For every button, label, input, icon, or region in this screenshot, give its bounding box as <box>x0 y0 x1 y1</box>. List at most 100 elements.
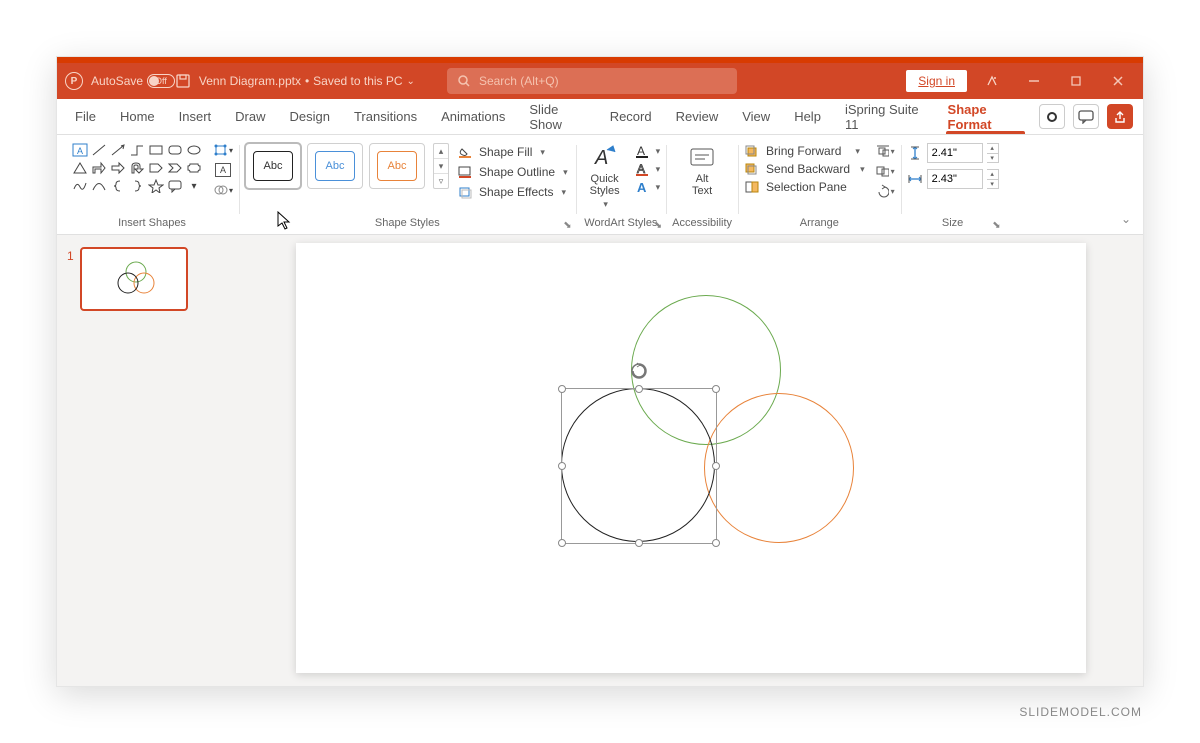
resize-handle-w[interactable] <box>558 462 566 470</box>
triangle-shape-icon[interactable] <box>71 159 89 177</box>
shape-effects-button[interactable]: Shape Effects▾ <box>455 183 570 201</box>
height-input[interactable]: 2.41" <box>927 143 983 163</box>
connector-shape-icon[interactable] <box>128 141 146 159</box>
send-backward-button[interactable]: Send Backward ▾ <box>744 161 865 177</box>
chevron-down-icon[interactable]: ⌄ <box>407 76 415 87</box>
rotate-button[interactable]: ▾ <box>875 183 895 199</box>
star-shape-icon[interactable] <box>147 177 165 195</box>
resize-handle-nw[interactable] <box>558 385 566 393</box>
minimize-button[interactable] <box>1017 67 1051 95</box>
chevron-down-icon[interactable]: ▾ <box>656 146 661 157</box>
style-more-icon[interactable]: ▿ <box>434 173 448 188</box>
chevron-shape-icon[interactable] <box>166 159 184 177</box>
shape-style-1[interactable]: Abc <box>245 143 301 189</box>
tab-shape-format[interactable]: Shape Format <box>936 99 1035 134</box>
slide-canvas-area[interactable] <box>257 235 1143 686</box>
selection-pane-button[interactable]: Selection Pane <box>744 179 865 195</box>
chevron-down-icon[interactable]: ▾ <box>540 147 545 158</box>
chevron-down-icon[interactable]: ▾ <box>860 164 865 175</box>
comments-button[interactable] <box>1073 104 1099 129</box>
sign-in-button[interactable]: Sign in <box>906 70 967 92</box>
shape-style-gallery-nav[interactable]: ▴ ▾ ▿ <box>433 143 449 189</box>
height-field[interactable]: 2.41" ▴▾ <box>907 143 999 163</box>
tab-animations[interactable]: Animations <box>429 99 517 134</box>
right-arrow-shape-icon[interactable] <box>109 159 127 177</box>
group-button[interactable]: ▾ <box>875 163 895 179</box>
merge-shapes-button[interactable]: ▾ <box>213 181 233 199</box>
shape-style-2[interactable]: Abc <box>307 143 363 189</box>
resize-handle-se[interactable] <box>712 539 720 547</box>
selection-bounding-box[interactable] <box>561 388 717 544</box>
coming-soon-icon[interactable] <box>975 67 1009 95</box>
launcher-icon[interactable]: ⬊ <box>992 220 1000 231</box>
save-button[interactable] <box>175 73 191 89</box>
tab-ispring[interactable]: iSpring Suite 11 <box>833 99 936 134</box>
textbox-shape-icon[interactable]: A <box>71 141 89 159</box>
rounded-rect-shape-icon[interactable] <box>166 141 184 159</box>
tab-insert[interactable]: Insert <box>167 99 224 134</box>
slide-thumbnail-1[interactable] <box>80 247 188 311</box>
autosave-toggle[interactable]: AutoSave Off <box>91 74 167 88</box>
line-arrow-shape-icon[interactable] <box>109 141 127 159</box>
alt-text-button[interactable]: Alt Text <box>679 141 725 197</box>
tab-slide-show[interactable]: Slide Show <box>517 99 597 134</box>
style-next-icon[interactable]: ▾ <box>434 158 448 173</box>
record-button[interactable] <box>1039 104 1065 129</box>
tab-view[interactable]: View <box>730 99 782 134</box>
rectangle-shape-icon[interactable] <box>147 141 165 159</box>
shape-fill-button[interactable]: Shape Fill▾ <box>455 143 570 161</box>
width-spinner[interactable]: ▴▾ <box>987 169 999 189</box>
collapse-ribbon-button[interactable]: ⌄ <box>1121 212 1131 226</box>
arc-shape-icon[interactable] <box>90 177 108 195</box>
align-button[interactable]: ▾ <box>875 143 895 159</box>
resize-handle-e[interactable] <box>712 462 720 470</box>
oval-shape-icon[interactable] <box>185 141 203 159</box>
launcher-icon[interactable]: ⬊ <box>563 220 571 231</box>
u-turn-arrow-shape-icon[interactable] <box>128 159 146 177</box>
shapes-gallery[interactable]: A <box>71 141 203 195</box>
left-brace-shape-icon[interactable] <box>109 177 127 195</box>
width-field[interactable]: 2.43" ▴▾ <box>907 169 999 189</box>
elbow-arrow-shape-icon[interactable] <box>90 159 108 177</box>
tab-home[interactable]: Home <box>108 99 167 134</box>
tab-draw[interactable]: Draw <box>223 99 277 134</box>
tab-review[interactable]: Review <box>664 99 731 134</box>
edit-shape-button[interactable]: ▾ <box>213 141 233 159</box>
resize-handle-sw[interactable] <box>558 539 566 547</box>
text-outline-button[interactable]: A▾ <box>634 161 661 177</box>
right-brace-shape-icon[interactable] <box>128 177 146 195</box>
style-prev-icon[interactable]: ▴ <box>434 144 448 158</box>
pentagon-arrow-shape-icon[interactable] <box>147 159 165 177</box>
callout-shape-icon[interactable] <box>166 177 184 195</box>
venn-circle-orange[interactable] <box>704 393 854 543</box>
chevron-down-icon[interactable]: ▾ <box>656 182 661 193</box>
share-button[interactable] <box>1107 104 1133 129</box>
rotate-handle[interactable] <box>629 361 649 386</box>
quick-styles-button[interactable]: A Quick Styles ▾ <box>582 141 628 210</box>
text-box-button[interactable]: A <box>213 161 233 179</box>
chevron-down-icon[interactable]: ▾ <box>855 146 860 157</box>
resize-handle-s[interactable] <box>635 539 643 547</box>
chevron-down-icon[interactable]: ▾ <box>562 187 567 198</box>
launcher-icon[interactable]: ⬊ <box>654 220 662 231</box>
line-shape-icon[interactable] <box>90 141 108 159</box>
chevron-down-icon[interactable]: ▾ <box>563 167 568 178</box>
chevron-down-icon[interactable]: ▾ <box>656 164 661 175</box>
resize-handle-ne[interactable] <box>712 385 720 393</box>
search-input[interactable]: Search (Alt+Q) <box>447 68 737 94</box>
text-fill-button[interactable]: A▾ <box>634 143 661 159</box>
tab-help[interactable]: Help <box>782 99 833 134</box>
tab-record[interactable]: Record <box>598 99 664 134</box>
freeform-shape-icon[interactable] <box>71 177 89 195</box>
text-effects-button[interactable]: A▾ <box>634 179 661 195</box>
slide-canvas[interactable] <box>296 243 1086 673</box>
maximize-button[interactable] <box>1059 67 1093 95</box>
shape-style-3[interactable]: Abc <box>369 143 425 189</box>
close-button[interactable] <box>1101 67 1135 95</box>
thumbnail-row[interactable]: 1 <box>67 247 247 311</box>
document-title[interactable]: Venn Diagram.pptx • Saved to this PC ⌄ <box>199 74 415 88</box>
width-input[interactable]: 2.43" <box>927 169 983 189</box>
shape-outline-button[interactable]: Shape Outline▾ <box>455 163 570 181</box>
slide-thumbnails-panel[interactable]: 1 <box>57 235 257 686</box>
height-spinner[interactable]: ▴▾ <box>987 143 999 163</box>
